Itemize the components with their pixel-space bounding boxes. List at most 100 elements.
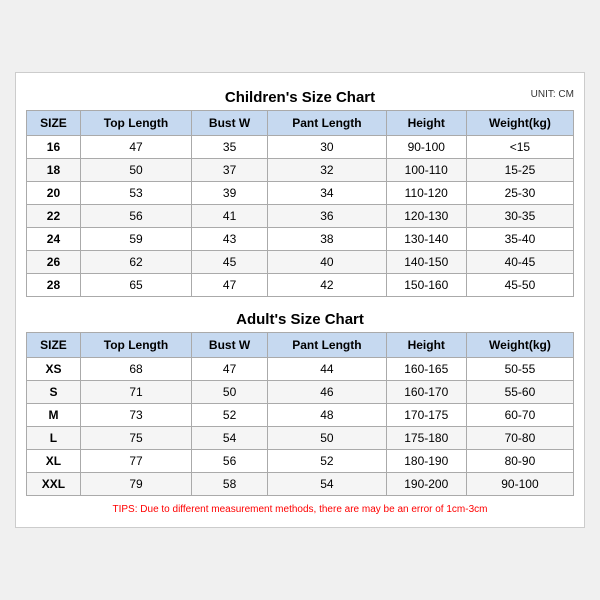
adult-cell: 46: [268, 381, 386, 404]
children-cell: 150-160: [386, 274, 466, 297]
children-col-weight: Weight(kg): [466, 111, 573, 136]
adult-row: XL775652180-19080-90: [27, 450, 574, 473]
children-cell: 25-30: [466, 182, 573, 205]
adult-header-row: SIZE Top Length Bust W Pant Length Heigh…: [27, 333, 574, 358]
children-cell: 140-150: [386, 251, 466, 274]
adult-cell: 160-170: [386, 381, 466, 404]
adult-cell: 50-55: [466, 358, 573, 381]
adult-cell: 73: [80, 404, 191, 427]
children-cell: 38: [268, 228, 386, 251]
children-cell: 15-25: [466, 159, 573, 182]
children-cell: 47: [80, 136, 191, 159]
adult-title-text: Adult's Size Chart: [236, 311, 364, 328]
adult-cell: 60-70: [466, 404, 573, 427]
adult-row: S715046160-17055-60: [27, 381, 574, 404]
children-cell: 62: [80, 251, 191, 274]
adult-cell: 90-100: [466, 473, 573, 496]
children-row: 26624540140-15040-45: [27, 251, 574, 274]
adult-cell: 75: [80, 427, 191, 450]
children-cell: 120-130: [386, 205, 466, 228]
children-row: 1647353090-100<15: [27, 136, 574, 159]
children-cell: 32: [268, 159, 386, 182]
adult-row: XXL795854190-20090-100: [27, 473, 574, 496]
children-cell: 30: [268, 136, 386, 159]
children-cell: 45: [192, 251, 268, 274]
adult-cell: 58: [192, 473, 268, 496]
tips-text: TIPS: Due to different measurement metho…: [26, 502, 574, 517]
children-cell: 40-45: [466, 251, 573, 274]
children-cell: 41: [192, 205, 268, 228]
adult-cell: 80-90: [466, 450, 573, 473]
children-col-size: SIZE: [27, 111, 81, 136]
adult-cell: 56: [192, 450, 268, 473]
adult-cell: 190-200: [386, 473, 466, 496]
children-cell: 30-35: [466, 205, 573, 228]
adult-cell: 52: [268, 450, 386, 473]
children-cell: 35: [192, 136, 268, 159]
children-title: Children's Size Chart UNIT: CM: [26, 83, 574, 110]
adult-col-height: Height: [386, 333, 466, 358]
adult-cell: 55-60: [466, 381, 573, 404]
adult-table: SIZE Top Length Bust W Pant Length Heigh…: [26, 332, 574, 496]
adult-cell: 71: [80, 381, 191, 404]
adult-title: Adult's Size Chart: [26, 305, 574, 332]
adult-cell: 79: [80, 473, 191, 496]
children-col-pantlength: Pant Length: [268, 111, 386, 136]
children-cell: 110-120: [386, 182, 466, 205]
adult-cell: S: [27, 381, 81, 404]
children-row: 24594338130-14035-40: [27, 228, 574, 251]
adult-cell: 180-190: [386, 450, 466, 473]
adult-cell: 52: [192, 404, 268, 427]
adult-cell: 54: [192, 427, 268, 450]
adult-cell: 77: [80, 450, 191, 473]
adult-col-weight: Weight(kg): [466, 333, 573, 358]
children-cell: 36: [268, 205, 386, 228]
children-cell: 43: [192, 228, 268, 251]
adult-cell: XS: [27, 358, 81, 381]
adult-cell: 50: [192, 381, 268, 404]
children-row: 20533934110-12025-30: [27, 182, 574, 205]
children-cell: 47: [192, 274, 268, 297]
adult-cell: 170-175: [386, 404, 466, 427]
children-cell: 22: [27, 205, 81, 228]
adult-cell: 54: [268, 473, 386, 496]
children-cell: 90-100: [386, 136, 466, 159]
children-title-text: Children's Size Chart: [225, 89, 375, 106]
children-cell: 100-110: [386, 159, 466, 182]
children-cell: 20: [27, 182, 81, 205]
adult-cell: 68: [80, 358, 191, 381]
adult-col-bustw: Bust W: [192, 333, 268, 358]
children-cell: 35-40: [466, 228, 573, 251]
chart-container: Children's Size Chart UNIT: CM SIZE Top …: [15, 72, 585, 528]
adult-cell: 44: [268, 358, 386, 381]
adult-cell: 48: [268, 404, 386, 427]
children-cell: 16: [27, 136, 81, 159]
children-cell: 50: [80, 159, 191, 182]
children-cell: 18: [27, 159, 81, 182]
adult-cell: XXL: [27, 473, 81, 496]
children-row: 28654742150-16045-50: [27, 274, 574, 297]
adult-cell: 160-165: [386, 358, 466, 381]
children-row: 18503732100-11015-25: [27, 159, 574, 182]
children-header-row: SIZE Top Length Bust W Pant Length Heigh…: [27, 111, 574, 136]
adult-cell: 47: [192, 358, 268, 381]
adult-cell: L: [27, 427, 81, 450]
children-cell: 37: [192, 159, 268, 182]
children-col-toplength: Top Length: [80, 111, 191, 136]
children-cell: 40: [268, 251, 386, 274]
adult-cell: 50: [268, 427, 386, 450]
children-cell: 53: [80, 182, 191, 205]
unit-label: UNIT: CM: [531, 89, 574, 100]
children-cell: 56: [80, 205, 191, 228]
adult-row: M735248170-17560-70: [27, 404, 574, 427]
children-cell: 39: [192, 182, 268, 205]
adult-cell: 175-180: [386, 427, 466, 450]
children-cell: 42: [268, 274, 386, 297]
children-cell: <15: [466, 136, 573, 159]
children-cell: 34: [268, 182, 386, 205]
children-table: SIZE Top Length Bust W Pant Length Heigh…: [26, 110, 574, 297]
adult-cell: XL: [27, 450, 81, 473]
children-cell: 59: [80, 228, 191, 251]
children-cell: 130-140: [386, 228, 466, 251]
children-cell: 24: [27, 228, 81, 251]
